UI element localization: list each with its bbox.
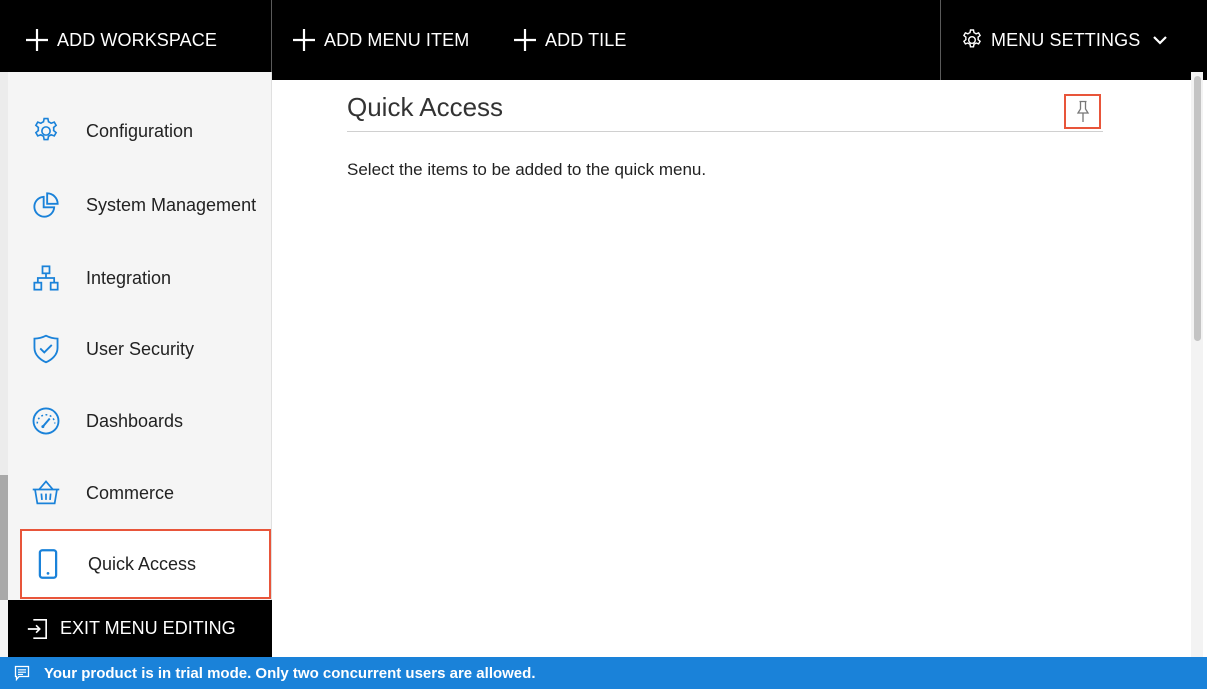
toolbar-divider [940,0,941,80]
menu-settings-label: MENU SETTINGS [991,29,1141,50]
menu-settings-dropdown[interactable]: MENU SETTINGS [960,0,1168,80]
chevron-down-icon [1153,36,1168,45]
sidebar-item-system-management[interactable]: System Management [20,170,271,240]
plus-icon [26,29,48,51]
pin-icon [1076,100,1089,122]
add-workspace-button[interactable]: ADD WORKSPACE [25,0,217,80]
sidebar-item-label: Configuration [86,120,194,141]
gear-icon [20,116,72,146]
basket-icon [20,479,72,507]
message-icon [14,665,30,681]
sidebar-scrollbar-thumb[interactable] [0,475,8,600]
sidebar-item-label: User Security [86,338,195,359]
exit-menu-editing-button[interactable]: EXIT MENU EDITING [8,600,272,657]
sidebar-item-quick-access[interactable]: Quick Access [20,529,271,599]
sidebar-item-label: Dashboards [86,410,184,431]
sidebar-item-label: Integration [86,267,172,288]
exit-icon [27,618,47,639]
sidebar-item-label: Commerce [86,482,175,503]
shield-check-icon [20,334,72,364]
add-menu-item-button[interactable]: ADD MENU ITEM [292,0,469,80]
page-description: Select the items to be added to the quic… [347,160,707,179]
page-title: Quick Access [347,92,504,122]
toolbar-divider [271,0,272,80]
title-divider [347,131,1103,132]
plus-icon [514,29,536,51]
add-tile-label: ADD TILE [545,29,627,50]
sidebar-item-user-security[interactable]: User Security [20,314,271,384]
top-toolbar: ADD WORKSPACE ADD MENU ITEM ADD TILE MEN… [0,0,1207,80]
trial-banner: Your product is in trial mode. Only two … [0,657,1207,689]
hierarchy-icon [20,264,72,292]
add-tile-button[interactable]: ADD TILE [513,0,627,80]
sidebar-item-integration[interactable]: Integration [20,243,271,313]
pie-chart-icon [20,191,72,219]
trial-banner-text: Your product is in trial mode. Only two … [44,664,536,682]
exit-menu-editing-label: EXIT MENU EDITING [60,618,236,638]
sidebar-item-commerce[interactable]: Commerce [20,458,271,528]
sidebar-item-label: Quick Access [88,553,197,574]
add-workspace-label: ADD WORKSPACE [57,29,217,50]
mobile-phone-icon [22,549,74,579]
pin-button[interactable] [1064,94,1101,129]
plus-icon [293,29,315,51]
sidebar-item-dashboards[interactable]: Dashboards [20,386,271,456]
sidebar-item-label: System Management [86,194,257,215]
gauge-icon [20,406,72,436]
sidebar-item-configuration[interactable]: Configuration [20,96,271,166]
gear-icon [963,29,981,48]
content-scrollbar-thumb[interactable] [1194,76,1201,341]
add-menu-item-label: ADD MENU ITEM [324,29,470,50]
